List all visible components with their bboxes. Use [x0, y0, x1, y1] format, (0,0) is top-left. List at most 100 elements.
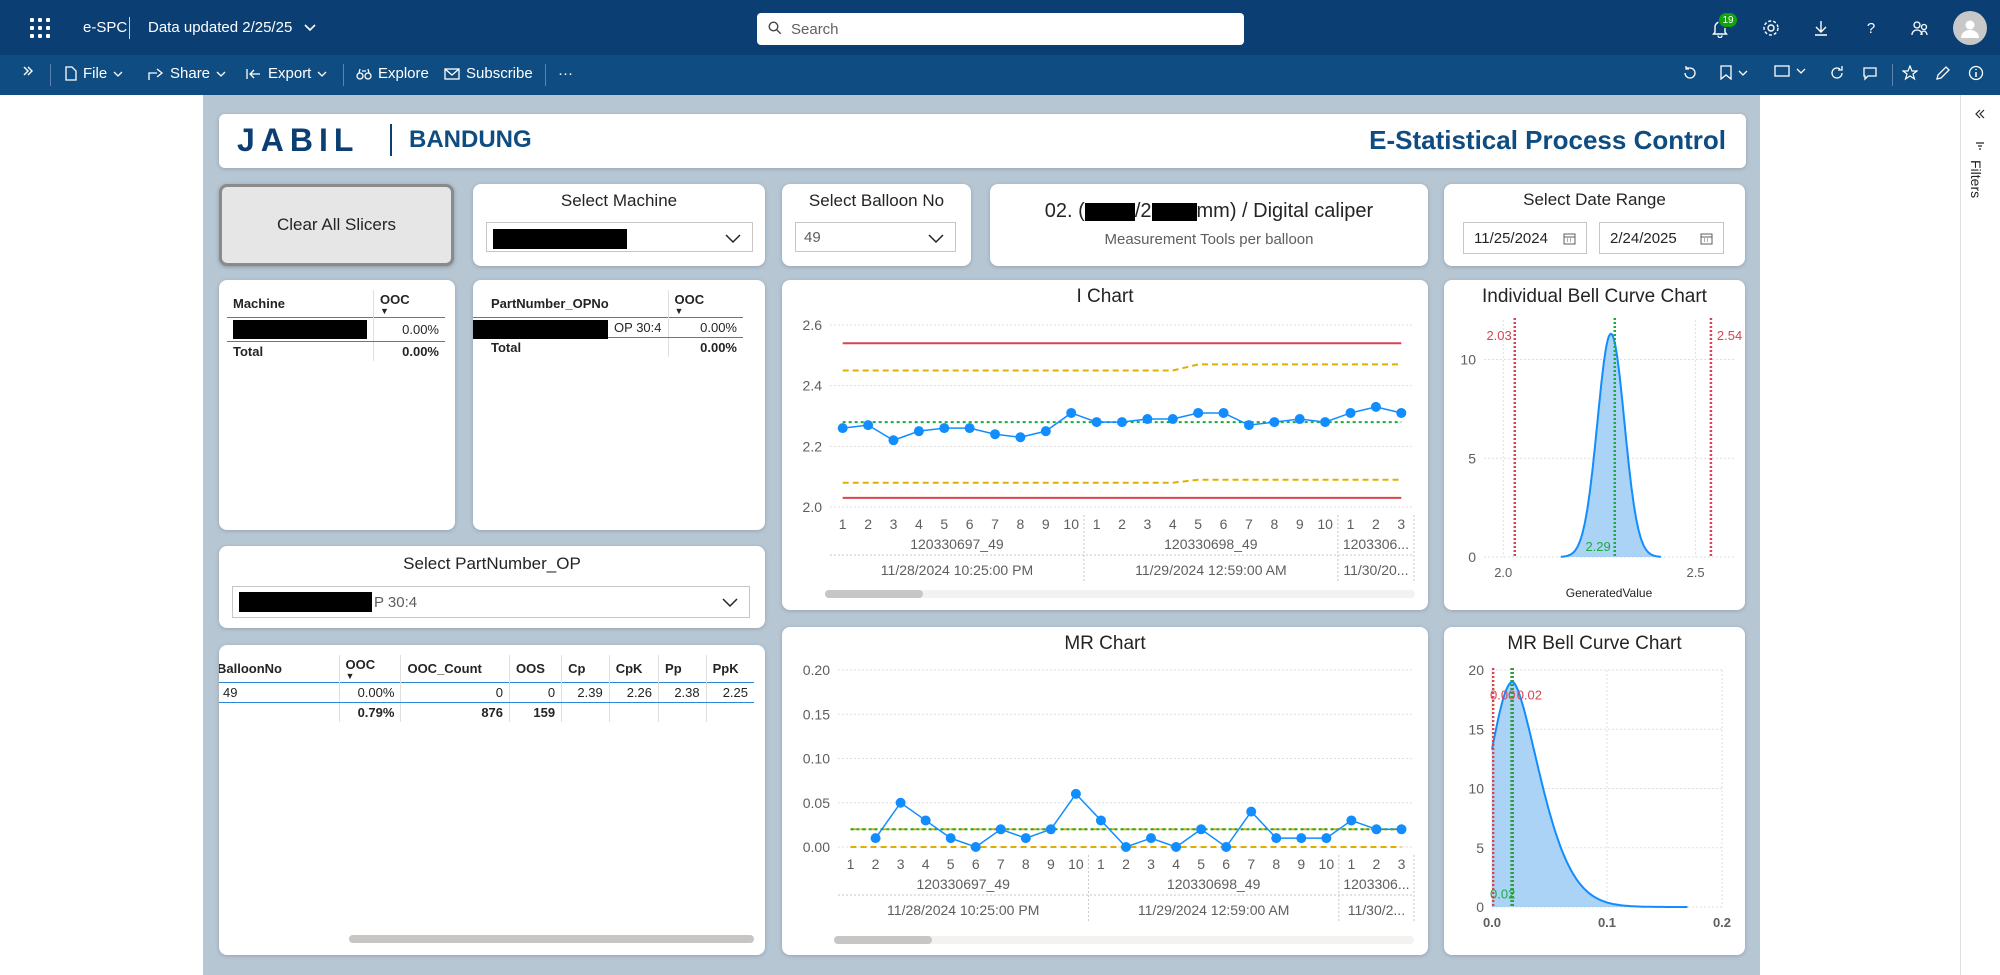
sort-desc-icon[interactable]: ▼: [380, 307, 439, 316]
filters-label[interactable]: Filters: [1968, 160, 1984, 198]
horizontal-scrollbar[interactable]: [834, 936, 1414, 944]
app-launcher-icon[interactable]: [30, 18, 50, 38]
column-header[interactable]: Cp: [561, 655, 610, 683]
edit-pencil-icon[interactable]: [1935, 65, 1951, 81]
slicer-title: Select PartNumber_OP: [403, 554, 581, 573]
column-header[interactable]: Pp: [658, 655, 707, 683]
x-tick-label: 0.2: [1713, 915, 1731, 930]
redacted-value: [473, 320, 608, 339]
column-header[interactable]: PpK: [706, 655, 754, 683]
feedback-people-icon[interactable]: [1908, 16, 1932, 40]
table-cell: 2.38: [658, 682, 707, 703]
expand-nav-button[interactable]: [22, 65, 34, 77]
column-header[interactable]: BalloonNo: [219, 655, 340, 683]
table-cell: 0.79%: [339, 702, 402, 722]
explore-button[interactable]: Explore: [356, 65, 429, 82]
info-icon[interactable]: [1968, 65, 1984, 81]
settings-gear-icon[interactable]: [1759, 16, 1783, 40]
x-tick-label: 4: [1172, 856, 1180, 872]
column-header[interactable]: OOC_Count: [400, 655, 511, 683]
measurement-subtitle: Measurement Tools per balloon: [1104, 231, 1314, 248]
file-label: File: [83, 65, 108, 82]
divider: [545, 64, 546, 86]
share-menu-button[interactable]: Share: [148, 65, 226, 82]
download-icon[interactable]: [1809, 16, 1833, 40]
x-tick-label: 2: [1118, 516, 1126, 532]
individual-bell-curve-chart[interactable]: 0 5 10 2.0 2.5 2.03 2.54 2.29 GeneratedValue: [1444, 280, 1745, 610]
scrollbar-thumb[interactable]: [834, 936, 932, 944]
mr-bell-curve-chart[interactable]: 051015200.0 0.1 0.20.00 0.020.02: [1444, 627, 1745, 955]
user-avatar[interactable]: [1953, 11, 1987, 45]
horizontal-scrollbar[interactable]: [825, 590, 1415, 598]
x-tick-label: 10: [1063, 516, 1079, 532]
balloon-dropdown[interactable]: 49: [795, 222, 956, 252]
mr-chart[interactable]: 0.00 0.05 0.10 0.15 0.20 1 2 3 4 5 6 7 8 9 10 1 2 3 4 5 6 7 8 9…: [782, 627, 1428, 932]
machine-dropdown[interactable]: [486, 222, 753, 252]
column-header[interactable]: OOC ▼: [339, 655, 402, 683]
workspace-name[interactable]: e-SPC: [83, 19, 127, 36]
clear-all-slicers-button[interactable]: Clear All Slicers: [219, 184, 454, 266]
y-tick-label: 0.00: [803, 839, 830, 855]
favorite-star-icon[interactable]: [1902, 65, 1918, 81]
chevron-down-icon: [113, 71, 123, 77]
column-header-label: OOC: [345, 657, 376, 672]
partnumber-dropdown[interactable]: P 30:4: [232, 586, 750, 618]
column-header[interactable]: Machine: [227, 290, 374, 318]
reset-icon[interactable]: [1682, 65, 1698, 81]
x-date-label: 11/30/20...: [1343, 562, 1408, 578]
scrollbar-thumb[interactable]: [349, 935, 754, 943]
x-tick-label: 1: [1347, 856, 1355, 872]
help-icon[interactable]: ?: [1859, 16, 1883, 40]
balloon-slicer: Select Balloon No 49: [782, 184, 971, 266]
x-tick-label: 4: [922, 856, 930, 872]
search-input[interactable]: Search: [757, 13, 1244, 45]
start-date-input[interactable]: 11/25/2024: [1463, 222, 1587, 254]
data-point: [1171, 842, 1182, 852]
x-tick-label: 9: [1042, 516, 1050, 532]
sort-desc-icon[interactable]: ▼: [675, 307, 738, 316]
chevron-down-icon: [928, 234, 944, 244]
table-row[interactable]: 49 0.00% 0 0 2.39 2.26 2.38 2.25: [219, 682, 754, 703]
data-point: [1040, 426, 1051, 437]
data-point: [913, 426, 924, 437]
horizontal-scrollbar[interactable]: [349, 935, 754, 943]
sort-desc-icon[interactable]: ▼: [346, 672, 395, 681]
column-header[interactable]: OOC ▼: [668, 290, 743, 318]
x-tick-label: 3: [1398, 856, 1406, 872]
view-menu-button[interactable]: [1774, 65, 1806, 77]
slicer-title: Select Balloon No: [808, 191, 945, 210]
refresh-icon[interactable]: [1829, 65, 1845, 81]
table-cell: 0.00%: [402, 344, 439, 359]
file-menu-button[interactable]: File: [65, 65, 123, 82]
column-header[interactable]: CpK: [609, 655, 660, 683]
more-options-button[interactable]: ···: [558, 65, 573, 82]
table-cell: 49: [219, 682, 340, 703]
i-chart[interactable]: 2.0 2.2 2.4 2.6 1 2 3 4 5 6 7 8 9 10 1 2 3 4 5 6 7 8 9 10 1 2 3 120…: [782, 280, 1428, 590]
jabil-logo: JABIL: [237, 122, 360, 158]
scrollbar-thumb[interactable]: [825, 590, 923, 598]
measurement-tool-card: 02. (/2 mm) / Digital caliper Measurement…: [990, 184, 1428, 266]
y-tick-label: 0: [1476, 899, 1484, 915]
comment-icon[interactable]: [1862, 65, 1878, 81]
column-header[interactable]: PartNumber_OPNo: [473, 290, 669, 318]
column-header[interactable]: OOC ▼: [374, 290, 446, 318]
x-date-label: 11/28/2024 10:25:00 PM: [881, 562, 1033, 578]
data-point: [939, 423, 950, 434]
table-row[interactable]: OP 30:4 0.00%: [473, 317, 743, 339]
binoculars-icon: [356, 68, 372, 80]
calendar-icon[interactable]: [1563, 232, 1576, 245]
data-updated-menu[interactable]: Data updated 2/25/25: [148, 19, 317, 36]
column-header[interactable]: OOS: [509, 655, 563, 683]
data-point: [1296, 833, 1307, 844]
filters-pane[interactable]: [1960, 95, 2000, 975]
bookmark-menu-button[interactable]: [1720, 65, 1748, 80]
calendar-icon[interactable]: [1700, 232, 1713, 245]
x-group-label: 1203306...: [1343, 876, 1409, 892]
subscribe-button[interactable]: Subscribe: [444, 65, 533, 82]
table-row[interactable]: 0.00%: [227, 317, 445, 342]
total-row: 0.79% 876 159: [219, 702, 754, 722]
end-date-input[interactable]: 2/24/2025: [1599, 222, 1724, 254]
view-icon: [1774, 65, 1790, 77]
export-menu-button[interactable]: Export: [246, 65, 327, 82]
double-chevron-left-icon[interactable]: [1975, 109, 1985, 119]
